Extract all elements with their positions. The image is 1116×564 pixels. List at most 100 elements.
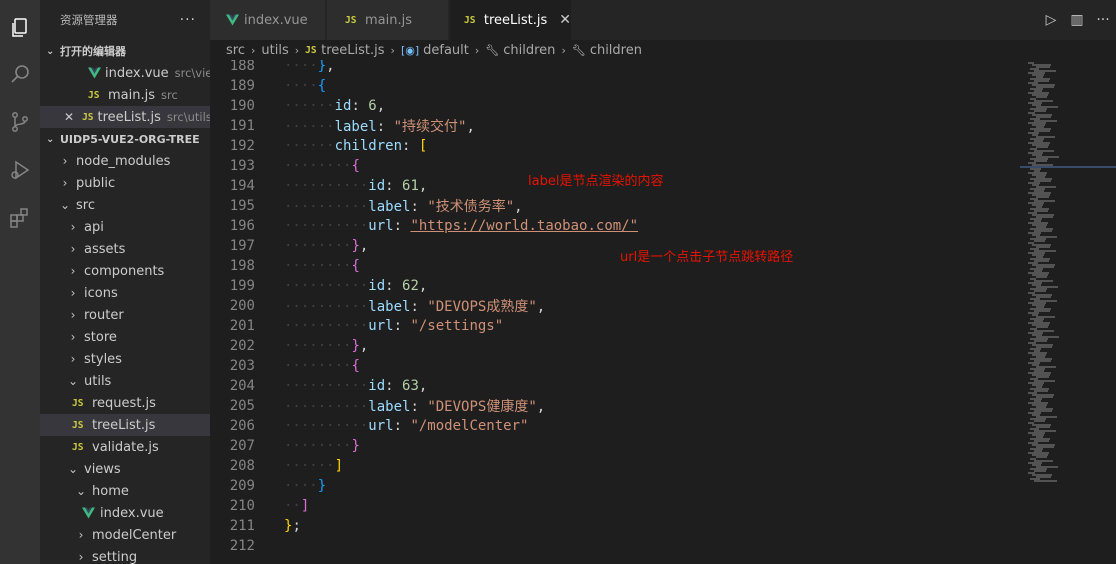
code-line[interactable]: 205 ··········label: "DEVOPS健康度",: [210, 396, 1020, 416]
tree-folder-assets[interactable]: › assets: [40, 238, 210, 260]
code-line[interactable]: 198 ········{: [210, 256, 1020, 276]
minimap-line: [1034, 420, 1045, 422]
more-actions-icon[interactable]: ···: [1090, 12, 1116, 28]
minimap[interactable]: [1020, 60, 1116, 564]
code-line[interactable]: 189 ····{: [210, 76, 1020, 96]
code-line[interactable]: 210 ··]: [210, 496, 1020, 516]
line-number: 212: [229, 538, 255, 554]
chevron-right-icon: ›: [70, 330, 76, 344]
tree-file-request-js[interactable]: JS request.js: [40, 392, 210, 414]
code-line[interactable]: 207 ········}: [210, 436, 1020, 456]
tree-folder-modelcenter[interactable]: › modelCenter: [40, 524, 210, 546]
chevron-right-icon: ›: [70, 264, 76, 278]
minimap-line: [1036, 96, 1047, 98]
tree-folder-router[interactable]: › router: [40, 304, 210, 326]
wrench-icon: 🔧︎: [485, 43, 500, 57]
code-line[interactable]: 204 ··········id: 63,: [210, 376, 1020, 396]
code-line[interactable]: 201 ··········url: "/settings": [210, 316, 1020, 336]
tree-folder-node-modules[interactable]: › node_modules: [40, 150, 210, 172]
tree-folder-views[interactable]: ⌄ views: [40, 458, 210, 480]
line-number: 203: [229, 358, 255, 374]
open-editor-item-active[interactable]: ✕ JS treeList.js src\utils: [40, 106, 210, 128]
code-text: ········},: [284, 238, 369, 254]
code-line[interactable]: 202 ········},: [210, 336, 1020, 356]
code-text: ······label: "持续交付",: [284, 119, 475, 135]
module-icon: [◉]: [400, 43, 420, 57]
code-line[interactable]: 195 ··········label: "技术债务率",: [210, 196, 1020, 216]
tree-folder-public[interactable]: › public: [40, 172, 210, 194]
breadcrumb-item[interactable]: treeList.js: [321, 43, 384, 58]
tab-label: main.js: [365, 12, 412, 28]
source-control-icon[interactable]: [4, 106, 36, 138]
code-line[interactable]: 200 ··········label: "DEVOPS成熟度",: [210, 296, 1020, 316]
code-text: ······]: [284, 458, 344, 474]
line-number: 211: [229, 518, 255, 534]
breadcrumb-item[interactable]: children: [590, 43, 642, 58]
line-number: 207: [229, 438, 255, 454]
tree-folder-styles[interactable]: › styles: [40, 348, 210, 370]
js-file-icon: JS: [72, 397, 84, 409]
tree-folder-home[interactable]: ⌄ home: [40, 480, 210, 502]
code-text: ··········id: 63,: [284, 378, 428, 394]
chevron-right-icon: ›: [70, 308, 76, 322]
chevron-right-icon: ›: [70, 352, 76, 366]
tree-folder-src[interactable]: ⌄ src: [40, 194, 210, 216]
code-line[interactable]: 203 ········{: [210, 356, 1020, 376]
code-line[interactable]: 206 ··········url: "/modelCenter": [210, 416, 1020, 436]
project-header[interactable]: ⌄ UIDP5-VUE2-ORG-TREE: [40, 128, 210, 150]
code-text: ··········label: "技术债务率",: [284, 199, 523, 215]
code-line[interactable]: 211};: [210, 516, 1020, 536]
vue-file-icon: [224, 14, 240, 26]
js-file-icon: JS: [464, 14, 476, 26]
tree-file-validate-js[interactable]: JS validate.js: [40, 436, 210, 458]
tree-file-treelist-js[interactable]: JS treeList.js: [40, 414, 210, 436]
code-text: ········{: [284, 258, 360, 274]
close-icon[interactable]: ✕: [64, 110, 74, 124]
open-editor-item[interactable]: JS main.js src: [40, 84, 210, 106]
code-line[interactable]: 208 ······]: [210, 456, 1020, 476]
tab-treelist-js[interactable]: JS treeList.js ✕: [450, 0, 572, 40]
code-line[interactable]: 209 ····}: [210, 476, 1020, 496]
close-icon[interactable]: ✕: [559, 12, 571, 28]
minimap-slider[interactable]: [1020, 166, 1116, 168]
search-icon[interactable]: [4, 58, 36, 90]
more-actions-icon[interactable]: ···: [180, 12, 196, 28]
extensions-icon[interactable]: [4, 202, 36, 234]
breadcrumb-item[interactable]: src: [226, 43, 245, 58]
chevron-down-icon: ⌄: [67, 462, 79, 476]
code-text: ····}: [284, 478, 327, 494]
line-number: 188: [229, 60, 255, 74]
js-file-icon: JS: [72, 441, 84, 453]
code-line[interactable]: 192 ······children: [: [210, 136, 1020, 156]
code-text: ········{: [284, 358, 360, 374]
tab-main-js[interactable]: JS main.js: [327, 0, 449, 40]
code-line[interactable]: 191 ······label: "持续交付",: [210, 116, 1020, 136]
tree-folder-components[interactable]: › components: [40, 260, 210, 282]
tree-file-index-vue[interactable]: index.vue: [40, 502, 210, 524]
tree-folder-api[interactable]: › api: [40, 216, 210, 238]
code-text: };: [284, 518, 301, 534]
code-line[interactable]: 188 ····},: [210, 60, 1020, 76]
code-line[interactable]: 196 ··········url: "https://world.taobao.…: [210, 216, 1020, 236]
code-line[interactable]: 199 ··········id: 62,: [210, 276, 1020, 296]
code-editor[interactable]: 188 ····}, 189 ····{190 ······id: 6, 191 ·····…: [210, 60, 1116, 564]
code-line[interactable]: 197 ········},: [210, 236, 1020, 256]
open-editor-item[interactable]: index.vue src\vie...: [40, 62, 210, 84]
tree-folder-setting[interactable]: › setting: [40, 546, 210, 564]
breadcrumb-item[interactable]: utils: [261, 43, 288, 58]
tree-folder-icons[interactable]: › icons: [40, 282, 210, 304]
tree-folder-utils[interactable]: ⌄ utils: [40, 370, 210, 392]
open-editors-header[interactable]: ⌄ 打开的编辑器: [40, 40, 210, 62]
minimap-line: [1036, 326, 1048, 328]
code-line[interactable]: 212: [210, 536, 1020, 556]
tree-folder-store[interactable]: › store: [40, 326, 210, 348]
explorer-icon[interactable]: [4, 12, 36, 44]
split-editor-icon[interactable]: ▥: [1064, 12, 1090, 28]
breadcrumb-item[interactable]: children: [503, 43, 555, 58]
run-icon[interactable]: ▷: [1038, 12, 1064, 28]
breadcrumb-item[interactable]: default: [423, 43, 469, 58]
tab-index-vue[interactable]: index.vue: [210, 0, 326, 40]
code-line[interactable]: 190 ······id: 6,: [210, 96, 1020, 116]
editor-tab-bar: index.vue JS main.js JS treeList.js ✕ ▷ …: [210, 0, 1116, 40]
run-debug-icon[interactable]: [4, 154, 36, 186]
